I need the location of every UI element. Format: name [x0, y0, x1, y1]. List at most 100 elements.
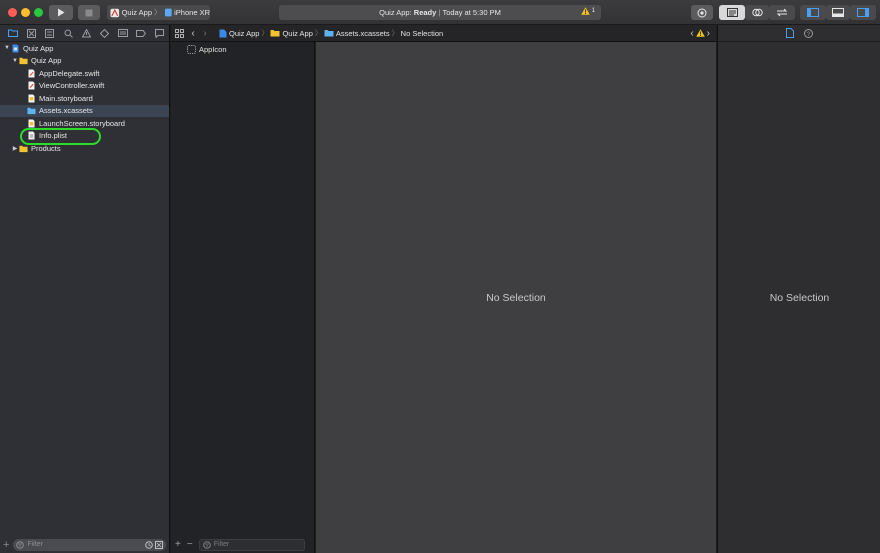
asset-filter-placeholder: Filter: [213, 541, 230, 548]
library-button[interactable]: [691, 5, 713, 20]
file-inspector-icon[interactable]: [785, 28, 794, 38]
scheme-target-label: Quiz App: [121, 8, 153, 17]
recent-files-icon[interactable]: [145, 540, 153, 549]
toggle-navigator-button[interactable]: [800, 5, 826, 20]
forward-arrow-icon[interactable]: ›: [199, 28, 211, 39]
tree-item-project[interactable]: ▼ Quiz App: [0, 42, 169, 55]
asset-item-appicon[interactable]: AppIcon: [171, 43, 314, 55]
editor-empty-message: No Selection: [486, 291, 546, 304]
folder-icon: [19, 58, 28, 65]
breakpoint-icon: [136, 29, 147, 37]
tree-item-main-storyboard[interactable]: Main.storyboard: [0, 92, 169, 105]
disclosure-closed-icon[interactable]: ▶: [11, 145, 19, 152]
run-button[interactable]: [49, 5, 73, 20]
scheme-selector[interactable]: Quiz App 〉 iPhone XR: [107, 5, 210, 20]
tree-item-label: Assets.xcassets: [39, 106, 93, 116]
debug-navigator-tab[interactable]: [114, 25, 132, 42]
disclosure-open-icon[interactable]: ▼: [11, 58, 19, 64]
folder-icon: [8, 29, 19, 37]
activity-time: Today at 5:30 PM: [442, 8, 501, 17]
issue-navigator-tab[interactable]: [77, 25, 95, 42]
standard-editor-icon: [726, 8, 738, 17]
version-editor-icon: [776, 8, 788, 17]
swift-file-icon: [28, 69, 35, 78]
inspector-tab-bar: ?: [718, 25, 880, 42]
filter-icon: [202, 540, 211, 549]
test-navigator-tab[interactable]: [96, 25, 114, 42]
previous-issue-icon[interactable]: ‹: [690, 28, 693, 39]
symbol-icon: [45, 28, 55, 38]
breadcrumb-label: No Selection: [400, 28, 444, 38]
inspector-empty-area: No Selection: [718, 42, 880, 553]
jump-bar: ‹ › Quiz App 〉 Quiz App 〉 Assets.xcasset…: [171, 25, 716, 42]
debug-panel-icon: [832, 8, 844, 17]
swift-file-icon: [28, 81, 35, 90]
breadcrumb-separator-icon: 〉: [261, 30, 269, 37]
warning-indicator[interactable]: 1: [580, 7, 595, 15]
next-issue-icon[interactable]: ›: [707, 28, 710, 39]
navigator-tab-bar: [0, 25, 169, 42]
folder-icon: [270, 30, 280, 37]
asset-catalog-folder-icon: [27, 108, 36, 115]
breadcrumb-group[interactable]: Quiz App: [270, 29, 313, 38]
assistant-editor-icon: [751, 8, 763, 17]
warning-icon: [580, 7, 590, 15]
find-navigator-tab[interactable]: [59, 25, 77, 42]
tree-item-label: LaunchScreen.storyboard: [39, 118, 125, 128]
source-control-icon: [26, 28, 36, 38]
tree-item-group[interactable]: ▼ Quiz App: [0, 55, 169, 68]
back-arrow-icon[interactable]: ‹: [187, 28, 199, 39]
breadcrumb-assets[interactable]: Assets.xcassets: [324, 29, 390, 38]
tree-item-assets[interactable]: Assets.xcassets: [0, 104, 169, 117]
warning-icon[interactable]: [695, 29, 705, 37]
version-editor-button[interactable]: [769, 5, 795, 20]
add-file-icon[interactable]: +: [3, 539, 9, 551]
inspector-panel-icon: [857, 8, 869, 17]
stop-button[interactable]: [78, 5, 100, 20]
add-asset-icon[interactable]: +: [175, 539, 181, 550]
storyboard-file-icon: [28, 94, 35, 103]
find-icon: [64, 29, 73, 38]
highlight-annotation-ring: [20, 128, 101, 145]
minimize-window-button[interactable]: [21, 8, 30, 17]
breakpoint-navigator-tab[interactable]: [132, 25, 150, 42]
breadcrumb-project[interactable]: Quiz App: [219, 29, 259, 38]
project-navigator-tab[interactable]: [4, 25, 22, 42]
tree-item-appdelegate[interactable]: AppDelegate.swift: [0, 67, 169, 80]
issue-icon: [81, 28, 91, 37]
toggle-inspector-button[interactable]: [850, 5, 876, 20]
assistant-editor-button[interactable]: [745, 5, 769, 20]
tree-item-viewcontroller[interactable]: ViewController.swift: [0, 80, 169, 93]
toggle-debug-area-button[interactable]: [826, 5, 850, 20]
disclosure-open-icon[interactable]: ▼: [3, 45, 11, 51]
tree-item-label: Main.storyboard: [39, 93, 93, 103]
tree-item-label: Quiz App: [23, 43, 54, 53]
storyboard-file-icon: [28, 119, 35, 128]
breadcrumb-label: Quiz App: [229, 28, 260, 38]
filter-options: [145, 540, 163, 549]
tree-item-label: ViewController.swift: [39, 81, 105, 91]
standard-editor-button[interactable]: [719, 5, 745, 20]
source-control-navigator-tab[interactable]: [22, 25, 40, 42]
source-control-filter-icon[interactable]: [155, 540, 163, 549]
folder-icon: [19, 145, 28, 152]
navigator-filter-bar: + Filter: [0, 536, 169, 553]
zoom-window-button[interactable]: [34, 8, 43, 17]
xcode-project-icon: [219, 29, 227, 37]
iphone-icon: [164, 8, 172, 17]
related-items-icon[interactable]: [171, 28, 187, 38]
report-navigator-tab[interactable]: [151, 25, 169, 42]
app-scheme-icon: [110, 8, 120, 17]
navigator-filter-field[interactable]: Filter: [13, 538, 166, 551]
remove-asset-icon[interactable]: −: [187, 539, 193, 550]
xcode-project-icon: [12, 44, 19, 53]
symbol-navigator-tab[interactable]: [41, 25, 59, 42]
quick-help-icon[interactable]: ?: [803, 28, 813, 38]
tree-item-label: Products: [31, 143, 61, 153]
breadcrumb-selection[interactable]: No Selection: [401, 29, 444, 38]
tree-item-label: AppDelegate.swift: [39, 68, 100, 78]
asset-filter-field[interactable]: Filter: [198, 538, 305, 551]
close-window-button[interactable]: [8, 8, 17, 17]
navigator-panel-icon: [807, 8, 819, 17]
scheme-device-label: iPhone XR: [174, 8, 210, 17]
